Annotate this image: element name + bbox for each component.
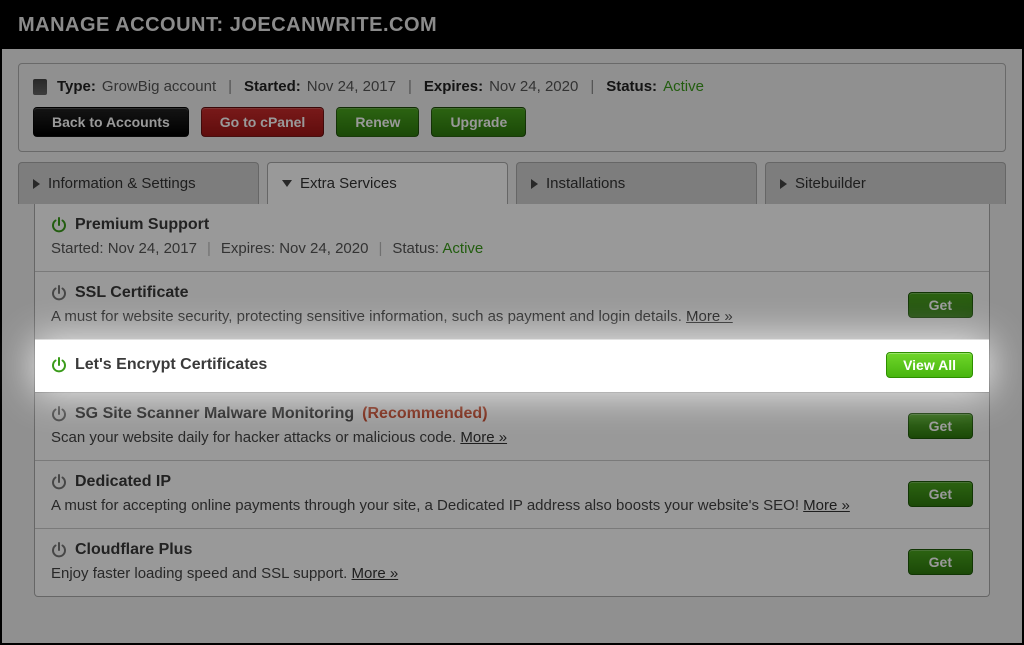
started-label: Started: bbox=[244, 78, 301, 95]
view-all-button[interactable]: View All bbox=[886, 352, 973, 378]
tab-label: Sitebuilder bbox=[795, 175, 866, 192]
separator: | bbox=[408, 78, 412, 95]
service-desc-text: A must for accepting online payments thr… bbox=[51, 497, 799, 514]
tab-label: Information & Settings bbox=[48, 175, 196, 192]
page-title: MANAGE ACCOUNT: JOECANWRITE.COM bbox=[2, 2, 1022, 49]
tabs: Information & Settings Extra Services In… bbox=[18, 162, 1006, 204]
expires-label: Expires: bbox=[424, 78, 483, 95]
account-summary-card: Type: GrowBig account | Started: Nov 24,… bbox=[18, 63, 1006, 152]
separator: | bbox=[228, 78, 232, 95]
service-premium-support: Premium Support Started: Nov 24, 2017 | … bbox=[35, 204, 989, 271]
tab-label: Extra Services bbox=[300, 175, 397, 192]
service-desc-text: Enjoy faster loading speed and SSL suppo… bbox=[51, 565, 347, 582]
back-to-accounts-button[interactable]: Back to Accounts bbox=[33, 107, 189, 137]
premium-support-details: Started: Nov 24, 2017 | Expires: Nov 24,… bbox=[51, 240, 973, 257]
service-title-text: Cloudflare Plus bbox=[75, 541, 192, 559]
started-value: Nov 24, 2017 bbox=[108, 240, 197, 257]
status-label: Status: bbox=[606, 78, 657, 95]
power-icon bbox=[51, 285, 67, 301]
upgrade-button[interactable]: Upgrade bbox=[431, 107, 526, 137]
service-cloudflare-plus: Cloudflare Plus Enjoy faster loading spe… bbox=[35, 528, 989, 596]
tab-sitebuilder[interactable]: Sitebuilder bbox=[765, 162, 1006, 204]
more-link[interactable]: More » bbox=[686, 308, 733, 325]
status-label: Status: bbox=[392, 240, 439, 257]
chevron-right-icon bbox=[33, 179, 40, 189]
separator: | bbox=[207, 240, 211, 257]
service-title-text: Premium Support bbox=[75, 216, 209, 234]
status-value: Active bbox=[442, 240, 483, 257]
get-button[interactable]: Get bbox=[908, 413, 973, 439]
chevron-down-icon bbox=[282, 180, 292, 187]
go-to-cpanel-button[interactable]: Go to cPanel bbox=[201, 107, 325, 137]
get-button[interactable]: Get bbox=[908, 292, 973, 318]
chevron-right-icon bbox=[531, 179, 538, 189]
service-dedicated-ip: Dedicated IP A must for accepting online… bbox=[35, 460, 989, 528]
type-label: Type: bbox=[57, 78, 96, 95]
power-icon bbox=[51, 406, 67, 422]
recommended-badge: (Recommended) bbox=[362, 405, 487, 423]
expires-value: Nov 24, 2020 bbox=[279, 240, 368, 257]
power-icon bbox=[51, 474, 67, 490]
status-value: Active bbox=[663, 78, 704, 95]
expires-value: Nov 24, 2020 bbox=[489, 78, 578, 95]
more-link[interactable]: More » bbox=[460, 429, 507, 446]
service-desc-text: Scan your website daily for hacker attac… bbox=[51, 429, 456, 446]
service-title-text: SSL Certificate bbox=[75, 284, 189, 302]
started-label: Started: bbox=[51, 240, 104, 257]
more-link[interactable]: More » bbox=[351, 565, 398, 582]
type-value: GrowBig account bbox=[102, 78, 216, 95]
started-value: Nov 24, 2017 bbox=[307, 78, 396, 95]
account-buttons-row: Back to Accounts Go to cPanel Renew Upgr… bbox=[33, 107, 991, 137]
service-desc-text: A must for website security, protecting … bbox=[51, 308, 682, 325]
get-button[interactable]: Get bbox=[908, 481, 973, 507]
account-info-row: Type: GrowBig account | Started: Nov 24,… bbox=[33, 78, 991, 95]
service-sg-site-scanner: SG Site Scanner Malware Monitoring (Reco… bbox=[35, 392, 989, 460]
expires-label: Expires: bbox=[221, 240, 275, 257]
service-ssl-certificate: SSL Certificate A must for website secur… bbox=[35, 271, 989, 339]
separator: | bbox=[378, 240, 382, 257]
tab-information-settings[interactable]: Information & Settings bbox=[18, 162, 259, 204]
page-title-text: MANAGE ACCOUNT: JOECANWRITE.COM bbox=[18, 14, 437, 36]
power-icon bbox=[51, 217, 67, 233]
extra-services-panel: Premium Support Started: Nov 24, 2017 | … bbox=[34, 204, 990, 597]
tab-label: Installations bbox=[546, 175, 625, 192]
separator: | bbox=[590, 78, 594, 95]
tab-extra-services[interactable]: Extra Services bbox=[267, 162, 508, 204]
service-lets-encrypt: Let's Encrypt Certificates View All bbox=[35, 339, 989, 392]
chevron-right-icon bbox=[780, 179, 787, 189]
power-icon bbox=[51, 542, 67, 558]
power-icon bbox=[51, 357, 67, 373]
get-button[interactable]: Get bbox=[908, 549, 973, 575]
tab-installations[interactable]: Installations bbox=[516, 162, 757, 204]
service-title-text: Dedicated IP bbox=[75, 473, 171, 491]
more-link[interactable]: More » bbox=[803, 497, 850, 514]
renew-button[interactable]: Renew bbox=[336, 107, 419, 137]
service-title-text: Let's Encrypt Certificates bbox=[75, 356, 267, 374]
server-icon bbox=[33, 79, 47, 95]
service-title-text: SG Site Scanner Malware Monitoring bbox=[75, 405, 354, 423]
